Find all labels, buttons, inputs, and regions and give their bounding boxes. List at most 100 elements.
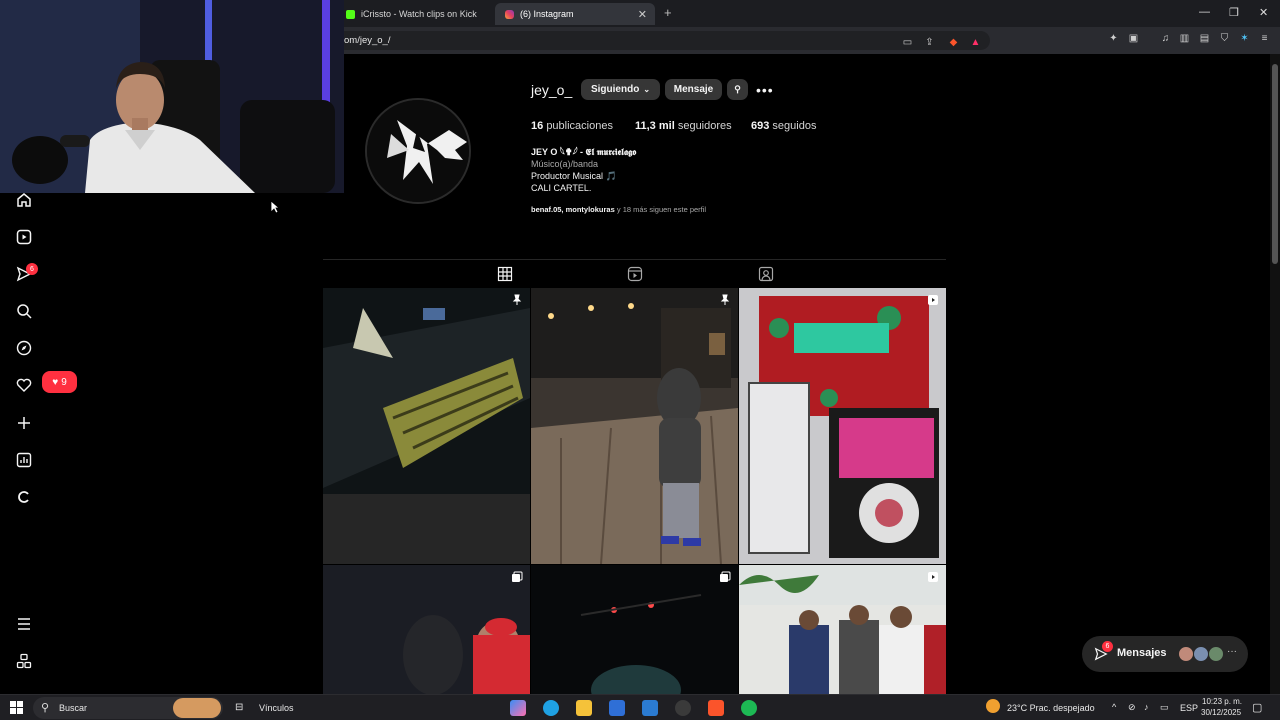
post-image bbox=[323, 565, 530, 694]
scrollbar-thumb[interactable] bbox=[1272, 64, 1278, 264]
likes-notification-pill[interactable]: ♥ 9 bbox=[42, 371, 77, 393]
taskbar-search-placeholder: Buscar bbox=[59, 703, 88, 713]
vpn-icon[interactable]: ⛉ bbox=[1219, 33, 1230, 44]
windows-start-icon[interactable] bbox=[10, 701, 23, 714]
tagged-icon bbox=[758, 266, 774, 282]
also-from-meta-icon[interactable] bbox=[15, 652, 33, 670]
followers-stat[interactable]: 11,3 mil seguidores bbox=[635, 120, 751, 132]
suggest-user-button[interactable]: ⚲ bbox=[727, 79, 748, 100]
wallet-icon[interactable]: ▤ bbox=[1199, 33, 1210, 44]
profile-username: jey_o_ bbox=[531, 82, 573, 98]
screenshot-icon[interactable]: ▣ bbox=[1128, 33, 1139, 44]
messages-drawer[interactable]: 6 Mensajes ··· bbox=[1082, 636, 1248, 672]
brave-icon[interactable] bbox=[708, 700, 724, 716]
kick-favicon-icon bbox=[346, 9, 355, 19]
post-tile[interactable] bbox=[323, 565, 530, 694]
post-tile[interactable] bbox=[531, 288, 738, 564]
close-tab-icon[interactable]: ✕ bbox=[638, 8, 647, 21]
post-image bbox=[739, 288, 946, 564]
sidebar-toggle-icon[interactable]: ▥ bbox=[1179, 33, 1190, 44]
chevron-up-icon[interactable]: ^ bbox=[1112, 702, 1116, 712]
extensions-icon[interactable]: ✦ bbox=[1108, 33, 1119, 44]
post-tile[interactable] bbox=[739, 565, 946, 694]
grid-icon bbox=[497, 266, 513, 282]
tab-posts[interactable] bbox=[487, 266, 523, 289]
profile-stats: 16 publicaciones 11,3 mil seguidores 693… bbox=[531, 120, 816, 132]
following-button[interactable]: Siguiendo ⌄ bbox=[581, 79, 660, 100]
webcam-overlay bbox=[0, 0, 344, 193]
notifications-badge: 6 bbox=[26, 263, 38, 275]
network-icon[interactable]: ▭ bbox=[1160, 702, 1169, 713]
share-icon[interactable]: ⇪ bbox=[924, 37, 935, 48]
notifications-icon[interactable]: ▢ bbox=[1252, 701, 1262, 714]
app-extension-icon[interactable]: ✶ bbox=[1239, 33, 1250, 44]
taskbar-search[interactable]: ⚲ Buscar bbox=[33, 697, 223, 719]
minimize-icon[interactable]: — bbox=[1199, 6, 1210, 18]
language-indicator[interactable]: ESP bbox=[1180, 703, 1198, 713]
scrollbar[interactable] bbox=[1270, 54, 1280, 694]
task-view-icon[interactable]: ⊟ bbox=[235, 702, 243, 713]
brave-rewards-icon[interactable]: ▲ bbox=[970, 37, 981, 48]
post-image bbox=[531, 288, 738, 564]
store-icon[interactable] bbox=[609, 700, 625, 716]
category-label: Músico(a)/banda bbox=[531, 159, 599, 169]
avatar bbox=[1208, 646, 1224, 662]
music-icon[interactable]: ♫ bbox=[1160, 33, 1171, 44]
url-text: om/jey_o_/ bbox=[344, 35, 391, 46]
brave-shield-icon[interactable]: ◆ bbox=[948, 37, 959, 48]
display-name: JEY O 𓆩✟𓆪 - 𝕰𝖑 𝖒𝖚𝖗𝖈𝖎𝖊𝖑𝖆𝖌𝖔 bbox=[531, 147, 637, 157]
mouse-cursor-icon bbox=[270, 200, 280, 214]
tab-kick[interactable]: iCrissto - Watch clips on Kick bbox=[336, 3, 494, 25]
security-icon[interactable]: ⊘ bbox=[1128, 702, 1136, 713]
address-bar[interactable]: om/jey_o_/ ▭ ⇪ ◆ ▲ bbox=[336, 31, 990, 50]
avatar bbox=[1193, 646, 1209, 662]
file-explorer-icon[interactable] bbox=[576, 700, 592, 716]
edge-icon[interactable] bbox=[543, 700, 559, 716]
volume-icon[interactable]: ♪ bbox=[1144, 702, 1149, 712]
menu-icon[interactable]: ≡ bbox=[1259, 33, 1270, 44]
cast-icon[interactable]: ▭ bbox=[902, 37, 913, 48]
close-window-icon[interactable]: ✕ bbox=[1259, 6, 1268, 19]
tab-tagged[interactable] bbox=[758, 266, 774, 282]
followed-by[interactable]: benaf.05, montylokuras y 18 más siguen e… bbox=[531, 205, 706, 214]
bio-line: Productor Musical 🎵 bbox=[531, 171, 617, 181]
message-button[interactable]: Mensaje bbox=[665, 79, 722, 100]
bat-logo-image bbox=[367, 100, 469, 202]
reels-icon[interactable] bbox=[15, 228, 33, 246]
heart-icon[interactable] bbox=[15, 376, 33, 394]
links-toolbar[interactable]: Vínculos bbox=[259, 703, 294, 713]
dashboard-icon[interactable] bbox=[15, 451, 33, 469]
tab-reels[interactable] bbox=[627, 266, 643, 282]
search-icon: ⚲ bbox=[41, 702, 50, 714]
following-stat[interactable]: 693 seguidos bbox=[751, 120, 816, 132]
options-icon[interactable]: ••• bbox=[756, 82, 774, 98]
explore-icon[interactable] bbox=[15, 339, 33, 357]
restore-icon[interactable]: ❐ bbox=[1229, 6, 1239, 19]
clock-date[interactable]: 30/12/2025 bbox=[1201, 708, 1241, 717]
webcam-image bbox=[0, 0, 344, 193]
post-image bbox=[323, 288, 530, 494]
obs-icon[interactable] bbox=[675, 700, 691, 716]
more-icon: ··· bbox=[1227, 646, 1237, 657]
mail-icon[interactable] bbox=[642, 700, 658, 716]
search-icon[interactable] bbox=[15, 302, 33, 320]
post-tile[interactable] bbox=[531, 565, 738, 694]
weather-icon[interactable] bbox=[986, 699, 1000, 713]
weather-text[interactable]: 23°C Prac. despejado bbox=[1007, 703, 1095, 713]
posts-stat[interactable]: 16 publicaciones bbox=[531, 120, 635, 132]
post-tile[interactable] bbox=[323, 288, 530, 564]
clock-time[interactable]: 10:23 p. m. bbox=[1202, 697, 1242, 706]
spotify-icon[interactable] bbox=[741, 700, 757, 716]
create-icon[interactable] bbox=[15, 414, 33, 432]
profile-avatar[interactable] bbox=[365, 98, 471, 204]
threads-icon[interactable] bbox=[15, 488, 33, 506]
pin-icon bbox=[512, 294, 522, 305]
copilot-icon[interactable] bbox=[510, 700, 526, 716]
add-person-icon: ⚲ bbox=[734, 84, 741, 94]
more-menu-icon[interactable] bbox=[15, 615, 33, 633]
new-tab-icon[interactable]: + bbox=[664, 5, 672, 20]
home-icon[interactable] bbox=[15, 191, 33, 209]
messages-label: Mensajes bbox=[1117, 647, 1167, 659]
tab-instagram[interactable]: (6) Instagram ✕ bbox=[495, 3, 655, 25]
post-tile[interactable] bbox=[739, 288, 946, 564]
